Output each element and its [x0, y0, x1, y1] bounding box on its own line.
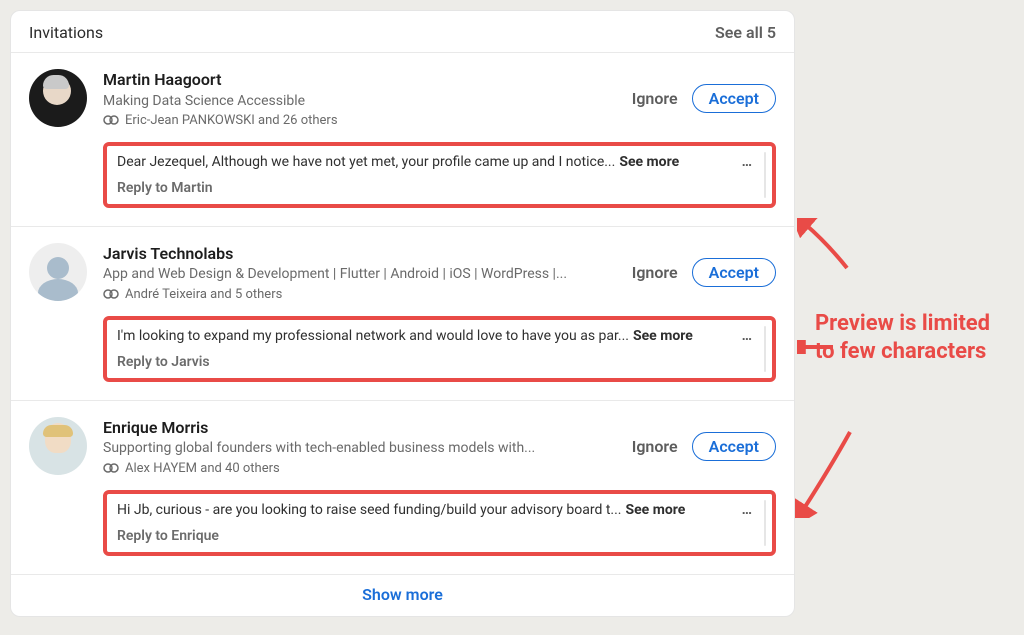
annotation: Preview is limited to few characters: [815, 210, 1010, 365]
mutual-connections-text[interactable]: André Teixeira and 5 others: [125, 287, 282, 302]
annotation-arrow-icon: [797, 218, 857, 278]
accept-button[interactable]: Accept: [692, 258, 776, 287]
ignore-button[interactable]: Ignore: [632, 437, 678, 456]
message-snippet[interactable]: I'm looking to expand my professional ne…: [117, 328, 629, 344]
inviter-name[interactable]: Martin Haagoort: [103, 69, 620, 91]
see-more-link[interactable]: See more: [633, 328, 693, 344]
annotation-arrow-icon: [797, 340, 837, 354]
message-overflow-menu[interactable]: …: [724, 502, 762, 518]
inviter-name[interactable]: Enrique Morris: [103, 417, 620, 439]
invitations-header: Invitations See all 5: [11, 11, 794, 52]
invitation-item: Martin Haagoort Making Data Science Acce…: [11, 52, 794, 226]
mutual-connections-text[interactable]: Eric-Jean PANKOWSKI and 26 others: [125, 113, 338, 128]
invitation-item: Jarvis Technolabs App and Web Design & D…: [11, 226, 794, 400]
avatar[interactable]: [29, 243, 87, 301]
mutual-connections-icon: [103, 115, 119, 125]
avatar[interactable]: [29, 417, 87, 475]
mutual-connections-icon: [103, 463, 119, 473]
reply-link[interactable]: Reply to Jarvis: [117, 354, 762, 370]
mutual-connections-icon: [103, 289, 119, 299]
reply-link[interactable]: Reply to Martin: [117, 180, 762, 196]
invitations-title: Invitations: [29, 23, 103, 42]
inviter-headline: Supporting global founders with tech-ena…: [103, 438, 620, 458]
message-preview-box: Dear Jezequel, Although we have not yet …: [103, 142, 776, 208]
invitation-row: Enrique Morris Supporting global founder…: [29, 417, 776, 476]
invitation-item: Enrique Morris Supporting global founder…: [11, 400, 794, 574]
message-snippet[interactable]: Hi Jb, curious - are you looking to rais…: [117, 502, 621, 518]
show-more-row: Show more: [11, 574, 794, 616]
inviter-headline: App and Web Design & Development | Flutt…: [103, 264, 620, 284]
message-preview-box: I'm looking to expand my professional ne…: [103, 316, 776, 382]
ignore-button[interactable]: Ignore: [632, 263, 678, 282]
accept-button[interactable]: Accept: [692, 84, 776, 113]
message-overflow-menu[interactable]: …: [724, 328, 762, 344]
avatar[interactable]: [29, 69, 87, 127]
invitation-row: Martin Haagoort Making Data Science Acce…: [29, 69, 776, 128]
inviter-headline: Making Data Science Accessible: [103, 91, 620, 111]
accept-button[interactable]: Accept: [692, 432, 776, 461]
invitation-row: Jarvis Technolabs App and Web Design & D…: [29, 243, 776, 302]
invitations-card: Invitations See all 5 Martin Haagoort Ma…: [10, 10, 795, 617]
reply-link[interactable]: Reply to Enrique: [117, 528, 762, 544]
annotation-text: Preview is limited to few characters: [815, 310, 1010, 365]
annotation-arrow-icon: [795, 428, 865, 518]
mutual-connections-text[interactable]: Alex HAYEM and 40 others: [125, 461, 280, 476]
show-more-button[interactable]: Show more: [362, 585, 443, 604]
message-overflow-menu[interactable]: …: [724, 154, 762, 170]
inviter-name[interactable]: Jarvis Technolabs: [103, 243, 620, 265]
message-preview-box: Hi Jb, curious - are you looking to rais…: [103, 490, 776, 556]
see-more-link[interactable]: See more: [619, 154, 679, 170]
message-snippet[interactable]: Dear Jezequel, Although we have not yet …: [117, 154, 615, 170]
ignore-button[interactable]: Ignore: [632, 89, 678, 108]
see-more-link[interactable]: See more: [625, 502, 685, 518]
see-all-link[interactable]: See all 5: [715, 23, 776, 42]
